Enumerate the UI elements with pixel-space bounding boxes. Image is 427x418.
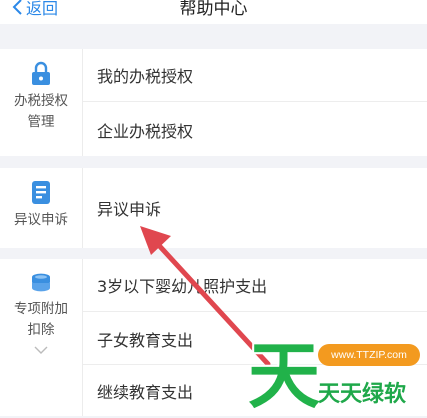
watermark-brand: 天天绿软 bbox=[318, 382, 407, 407]
menu-item-label: 3岁以下婴幼儿照护支出 bbox=[97, 277, 268, 296]
menu-item-label: 继续教育支出 bbox=[97, 383, 194, 402]
category-tax-authorization[interactable]: 办税授权 管理 bbox=[0, 49, 83, 156]
menu-item-label: 企业办税授权 bbox=[97, 121, 194, 141]
lock-icon bbox=[32, 61, 50, 85]
header-bar: 返回 帮助中心 bbox=[0, 0, 427, 24]
menu-item-my-tax-authorization[interactable]: 我的办税授权 bbox=[83, 49, 427, 102]
section-tax-authorization: 办税授权 管理 我的办税授权 企业办税授权 bbox=[0, 49, 427, 156]
coins-icon bbox=[32, 273, 50, 292]
category-special-deductions[interactable]: 专项附加 扣除 bbox=[0, 259, 83, 416]
page-title: 帮助中心 bbox=[179, 0, 248, 19]
category-objection-appeal[interactable]: 异议申诉 bbox=[0, 168, 83, 248]
watermark-logo: 天 bbox=[248, 333, 321, 418]
menu-item-label: 我的办税授权 bbox=[97, 67, 194, 86]
watermark-url-badge: www.TTZIP.com bbox=[318, 344, 420, 366]
menu-item-objection-appeal[interactable]: 异议申诉 bbox=[83, 168, 427, 248]
menu-item-enterprise-tax-authorization[interactable]: 企业办税授权 bbox=[83, 103, 427, 156]
menu-item-label: 子女教育支出 bbox=[97, 330, 194, 350]
chevron-down-icon[interactable] bbox=[33, 345, 49, 355]
category-label: 异议申诉 bbox=[14, 212, 68, 228]
document-icon bbox=[32, 181, 50, 204]
category-label: 专项附加 扣除 bbox=[14, 301, 68, 338]
menu-item-label: 异议申诉 bbox=[97, 200, 162, 219]
section-objection-appeal: 异议申诉 异议申诉 bbox=[0, 168, 427, 248]
menu-item-infant-care[interactable]: 3岁以下婴幼儿照护支出 bbox=[83, 259, 427, 312]
category-label: 办税授权 管理 bbox=[14, 93, 68, 130]
